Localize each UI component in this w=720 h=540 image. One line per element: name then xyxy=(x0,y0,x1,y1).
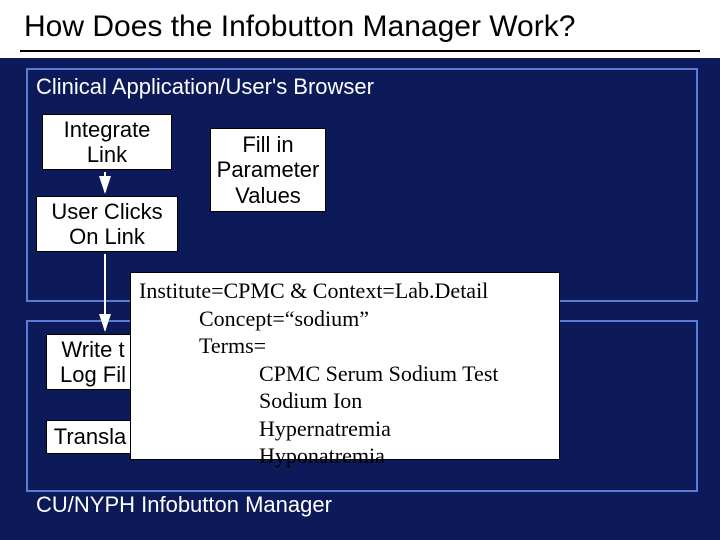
process-integrate-link: Integrate Link xyxy=(42,114,172,170)
detail-term-3: Hypernatremia xyxy=(259,415,551,443)
infobutton-manager-label: CU/NYPH Infobutton Manager xyxy=(36,492,332,518)
slide-title: How Does the Infobutton Manager Work? xyxy=(20,8,700,52)
detail-term-2: Sodium Ion xyxy=(259,387,551,415)
process-write-log: Write t Log Fil xyxy=(46,334,140,390)
clinical-app-label: Clinical Application/User's Browser xyxy=(36,74,374,100)
detail-term-4: Hyponatremia xyxy=(259,442,551,470)
process-translate: Transla xyxy=(46,420,134,454)
process-user-clicks: User Clicks On Link xyxy=(36,196,178,252)
detail-terms-label: Terms= xyxy=(199,332,551,360)
detail-term-1: CPMC Serum Sodium Test xyxy=(259,360,551,388)
process-fill-in-parameters: Fill in Parameter Values xyxy=(210,128,326,212)
detail-institute-context: Institute=CPMC & Context=Lab.Detail xyxy=(139,277,551,305)
clinical-app-container xyxy=(26,68,698,302)
detail-concept: Concept=“sodium” xyxy=(199,305,551,333)
parameter-detail-box: Institute=CPMC & Context=Lab.Detail Conc… xyxy=(130,272,560,460)
